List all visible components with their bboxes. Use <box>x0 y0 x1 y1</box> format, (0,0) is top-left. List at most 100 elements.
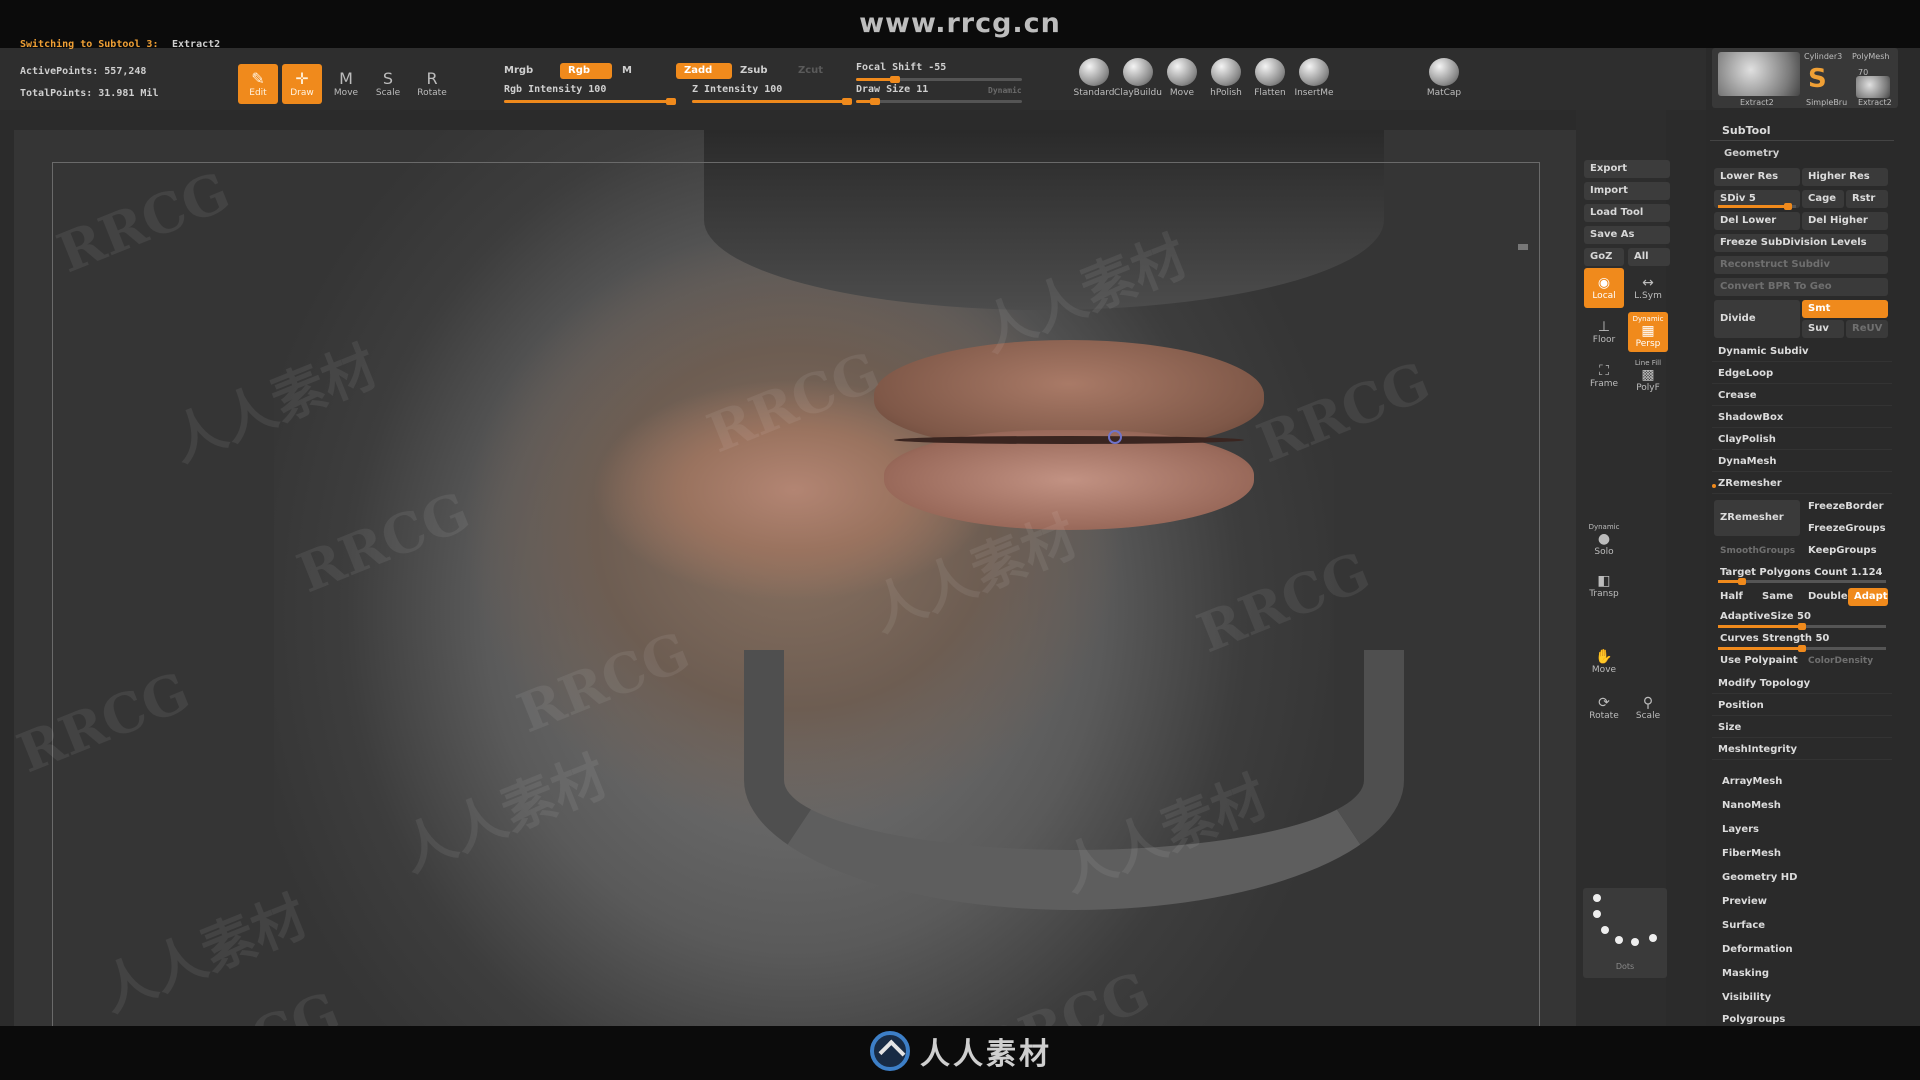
reconstruct-subdiv-button[interactable]: Reconstruct Subdiv <box>1714 256 1888 274</box>
shadowbox-row[interactable]: ShadowBox <box>1712 408 1892 428</box>
move-view-button[interactable]: ✋ Move <box>1584 642 1624 682</box>
brush-flatten[interactable]: Flatten <box>1250 58 1290 98</box>
scale-button[interactable]: S Scale <box>368 64 408 104</box>
brush-claybuildup[interactable]: ClayBuildu <box>1114 58 1162 98</box>
transp-button[interactable]: ◧ Transp <box>1584 566 1624 606</box>
curves-strength-thumb[interactable] <box>1798 645 1806 652</box>
mrgb-toggle[interactable]: Mrgb <box>496 63 546 79</box>
local-button[interactable]: ◉ Local <box>1584 268 1624 308</box>
z-intensity-slider[interactable] <box>692 98 852 105</box>
surface-section[interactable]: Surface <box>1722 920 1765 931</box>
rstr-button[interactable]: Rstr <box>1846 190 1888 208</box>
layers-section[interactable]: Layers <box>1722 824 1759 835</box>
m-toggle[interactable]: M <box>614 63 644 79</box>
save-as-button[interactable]: Save As <box>1584 226 1670 244</box>
export-button[interactable]: Export <box>1584 160 1670 178</box>
draw-size-thumb[interactable] <box>870 98 880 105</box>
geometry-hd-section[interactable]: Geometry HD <box>1722 872 1797 883</box>
suv-toggle[interactable]: Suv <box>1802 320 1844 338</box>
mesh-integrity-row[interactable]: MeshIntegrity <box>1712 740 1892 760</box>
lower-res-button[interactable]: Lower Res <box>1714 168 1800 186</box>
focal-shift-slider[interactable] <box>856 76 1022 83</box>
floor-button[interactable]: ⊥ Floor <box>1584 312 1624 352</box>
position-row[interactable]: Position <box>1712 696 1892 716</box>
extract2-thumb[interactable] <box>1718 52 1800 96</box>
adapt-toggle[interactable]: Adapt <box>1848 588 1888 606</box>
fibermesh-section[interactable]: FiberMesh <box>1722 848 1781 859</box>
draw-button[interactable]: ✛ Draw <box>282 64 322 104</box>
double-button[interactable]: Double <box>1802 588 1848 606</box>
viewport-canvas[interactable]: RRCG 人人素材 RRCG RRCG 人人素材 人人素材 RRCG RRCG … <box>14 130 1576 1074</box>
geometry-section[interactable]: Geometry <box>1724 148 1779 159</box>
move-button[interactable]: M Move <box>326 64 366 104</box>
persp-button[interactable]: Dynamic ▦ Persp <box>1628 312 1668 352</box>
divide-button[interactable]: Divide <box>1714 300 1800 338</box>
del-lower-button[interactable]: Del Lower <box>1714 212 1800 230</box>
crease-row[interactable]: Crease <box>1712 386 1892 406</box>
higher-res-button[interactable]: Higher Res <box>1802 168 1888 186</box>
dynamesh-row[interactable]: DynaMesh <box>1712 452 1892 472</box>
stroke-dots-panel[interactable]: Dots <box>1583 888 1667 978</box>
zcut-toggle[interactable]: Zcut <box>790 63 830 79</box>
zremesher-button[interactable]: ZRemesher <box>1714 500 1800 536</box>
color-density-slider[interactable]: ColorDensity <box>1802 652 1888 670</box>
simplebrush-icon[interactable]: S <box>1808 64 1827 94</box>
solo-button[interactable]: Dynamic ● Solo <box>1584 520 1624 560</box>
matcap-material[interactable]: MatCap <box>1424 58 1464 98</box>
rgb-intensity-thumb[interactable] <box>666 98 676 105</box>
brush-standard[interactable]: Standard <box>1074 58 1114 98</box>
half-button[interactable]: Half <box>1714 588 1756 606</box>
sdiv-thumb[interactable] <box>1784 203 1792 210</box>
brush-hpolish[interactable]: hPolish <box>1206 58 1246 98</box>
visibility-section[interactable]: Visibility <box>1722 992 1771 1003</box>
target-polygons-thumb[interactable] <box>1738 578 1746 585</box>
extract2-small-thumb[interactable] <box>1856 76 1890 98</box>
import-button[interactable]: Import <box>1584 182 1670 200</box>
claypolish-row[interactable]: ClayPolish <box>1712 430 1892 450</box>
zadd-toggle[interactable]: Zadd <box>676 63 732 79</box>
edgeloop-row[interactable]: EdgeLoop <box>1712 364 1892 384</box>
polygroups-section[interactable]: Polygroups <box>1722 1014 1785 1025</box>
preview-section[interactable]: Preview <box>1722 896 1767 907</box>
draw-size-slider[interactable] <box>856 98 1022 105</box>
polyf-button[interactable]: Line Fill ▩ PolyF <box>1628 356 1668 396</box>
freeze-subdivision-button[interactable]: Freeze SubDivision Levels <box>1714 234 1888 252</box>
sdiv-track[interactable] <box>1718 203 1796 210</box>
focal-shift-thumb[interactable] <box>890 76 900 83</box>
rotate-view-button[interactable]: ⟳ Rotate <box>1584 688 1624 728</box>
subtool-section[interactable]: SubTool <box>1722 124 1771 137</box>
scale-view-button[interactable]: ⚲ Scale <box>1628 688 1668 728</box>
dynamic-subdiv-row[interactable]: Dynamic Subdiv <box>1712 342 1892 362</box>
rotate-button[interactable]: R Rotate <box>412 64 452 104</box>
zsub-toggle[interactable]: Zsub <box>732 63 782 79</box>
nanomesh-section[interactable]: NanoMesh <box>1722 800 1781 811</box>
smt-toggle[interactable]: Smt <box>1802 300 1888 318</box>
goz-all-button[interactable]: All <box>1628 248 1670 266</box>
rgb-intensity-slider[interactable] <box>504 98 676 105</box>
convert-bpr-button[interactable]: Convert BPR To Geo <box>1714 278 1888 296</box>
modify-topology-row[interactable]: Modify Topology <box>1712 674 1892 694</box>
dynamic-label[interactable]: Dynamic <box>988 86 1022 95</box>
adaptive-size-thumb[interactable] <box>1798 623 1806 630</box>
deformation-section[interactable]: Deformation <box>1722 944 1793 955</box>
reuv-toggle[interactable]: ReUV <box>1846 320 1888 338</box>
cage-button[interactable]: Cage <box>1802 190 1844 208</box>
z-intensity-thumb[interactable] <box>842 98 852 105</box>
zremesher-row[interactable]: ZRemesher <box>1712 474 1892 494</box>
brush-insertmesh[interactable]: InsertMe <box>1294 58 1334 98</box>
edit-button[interactable]: ✎ Edit <box>238 64 278 104</box>
curves-strength-track[interactable] <box>1718 645 1886 652</box>
keep-groups-toggle[interactable]: KeepGroups <box>1802 542 1888 560</box>
arraymesh-section[interactable]: ArrayMesh <box>1722 776 1782 787</box>
frame-button[interactable]: ⛶ Frame <box>1584 356 1624 396</box>
use-polypaint-toggle[interactable]: Use Polypaint <box>1714 652 1800 670</box>
size-row[interactable]: Size <box>1712 718 1892 738</box>
adaptive-size-track[interactable] <box>1718 623 1886 630</box>
del-higher-button[interactable]: Del Higher <box>1802 212 1888 230</box>
freeze-groups-toggle[interactable]: FreezeGroups <box>1802 520 1888 538</box>
freeze-border-toggle[interactable]: FreezeBorder <box>1802 498 1888 516</box>
rgb-toggle[interactable]: Rgb <box>560 63 612 79</box>
lsym-button[interactable]: ↔ L.Sym <box>1628 268 1668 308</box>
goz-button[interactable]: GoZ <box>1584 248 1624 266</box>
smooth-groups-slider[interactable]: SmoothGroups <box>1714 542 1800 560</box>
